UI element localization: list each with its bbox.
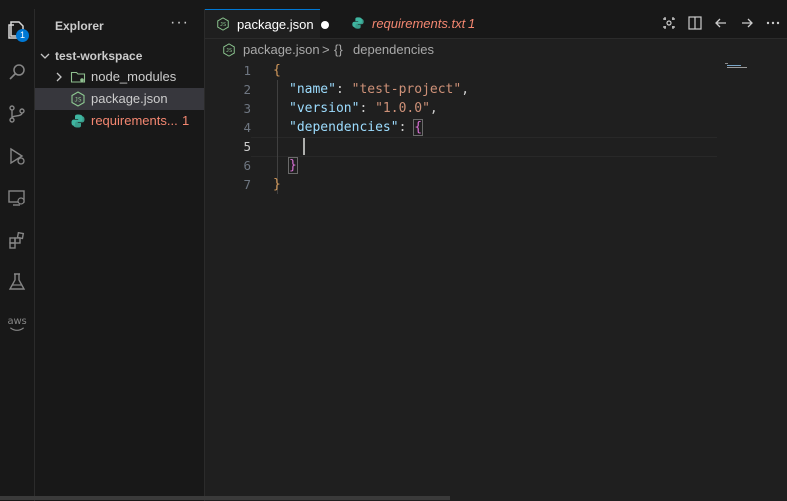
python-file-icon [352, 17, 364, 29]
breadcrumb-symbol[interactable]: dependencies [353, 39, 434, 61]
extensions-icon[interactable] [4, 227, 30, 253]
horizontal-scrollbar[interactable] [0, 496, 450, 500]
explorer-badge: 1 [16, 29, 29, 42]
line-number: 4 [243, 120, 251, 135]
aws-label: aws [7, 316, 27, 327]
breadcrumb-separator: > [322, 42, 330, 57]
run-debug-icon[interactable] [4, 143, 30, 169]
svg-text:JS: JS [220, 22, 226, 28]
code-line-3: "version": "1.0.0", [289, 101, 438, 116]
matched-brace: { [413, 119, 424, 136]
code-line-2: "name": "test-project", [289, 82, 469, 97]
json-key: "dependencies" [289, 120, 399, 135]
brace-token: } [273, 177, 281, 192]
workspace-label: test-workspace [55, 49, 143, 63]
line-number: 1 [243, 63, 251, 78]
copilot-icon[interactable] [661, 15, 677, 31]
arrow-left-icon[interactable] [713, 15, 729, 31]
testing-icon[interactable] [4, 269, 30, 295]
editor-actions [661, 15, 781, 31]
more-actions-icon[interactable]: ··· [170, 14, 189, 32]
tab-label: requirements.txt [372, 16, 466, 31]
line-number: 7 [243, 177, 251, 192]
code-editor[interactable]: 1 2 3 4 5 6 7 { "name": "test-project", … [205, 61, 787, 501]
explorer-icon[interactable]: 1 [4, 17, 30, 43]
tab-error-count: 1 [468, 16, 476, 31]
editor-tab-bar: JS package.json requirements.txt 1 [205, 9, 787, 39]
more-icon[interactable] [765, 15, 781, 31]
activity-bar: 1 aws [0, 9, 35, 501]
json-file-icon: JS [217, 17, 229, 31]
breadcrumb-file[interactable]: package.json [243, 39, 320, 61]
tree-item-label: requirements... [91, 113, 178, 128]
tree-item-label: node_modules [91, 69, 177, 84]
tab-label: package.json [237, 17, 314, 32]
json-string: "test-project" [351, 82, 462, 97]
arrow-right-icon[interactable] [739, 15, 755, 31]
svg-text:JS: JS [74, 97, 82, 104]
comma-token: , [461, 82, 470, 97]
remote-explorer-icon[interactable] [4, 185, 30, 211]
colon-token: : [359, 101, 376, 116]
minimap[interactable] [725, 63, 749, 69]
tab-package-json[interactable]: JS package.json [205, 9, 329, 38]
source-control-icon[interactable] [4, 101, 30, 127]
sidebar-title: Explorer [55, 19, 104, 33]
code-line-7: } [273, 177, 281, 192]
brace-token: { [273, 63, 281, 78]
title-strip [0, 0, 787, 9]
split-editor-icon[interactable] [687, 15, 703, 31]
line-number: 3 [243, 101, 251, 116]
colon-token: : [398, 120, 415, 135]
unsaved-dot-icon[interactable] [321, 21, 329, 29]
line-number: 6 [243, 158, 251, 173]
line-number: 5 [243, 139, 251, 154]
tree-item-package-json[interactable]: JS package.json [35, 88, 204, 110]
colon-token: : [335, 82, 352, 97]
search-icon[interactable] [4, 59, 30, 85]
svg-text:JS: JS [226, 48, 232, 54]
code-line-1: { [273, 63, 281, 78]
tree-item-label: package.json [91, 91, 168, 106]
json-string: "1.0.0" [375, 101, 430, 116]
comma-token: , [429, 101, 438, 116]
tab-requirements-txt[interactable]: requirements.txt 1 [341, 9, 491, 38]
breadcrumb: JS package.json > {} dependencies [205, 39, 787, 61]
aws-icon[interactable]: aws [4, 311, 30, 337]
current-line-highlight [251, 137, 717, 157]
code-line-6: } [288, 157, 298, 174]
python-file-icon [71, 114, 85, 128]
json-key: "version" [289, 101, 360, 116]
line-number: 2 [243, 82, 251, 97]
code-line-4: "dependencies": { [289, 119, 424, 136]
json-file-icon: JS [71, 91, 85, 107]
folder-icon [70, 71, 86, 83]
error-count-badge: 1 [182, 113, 190, 128]
matched-brace: } [288, 157, 298, 174]
tree-item-node-modules[interactable]: node_modules [35, 66, 204, 88]
json-file-icon: JS [223, 43, 235, 57]
tree-item-requirements[interactable]: requirements... 1 [35, 110, 204, 132]
symbol-icon: {} [334, 42, 343, 57]
workspace-folder[interactable]: test-workspace [35, 45, 204, 67]
text-cursor [303, 138, 305, 155]
json-key: "name" [289, 82, 336, 97]
explorer-sidebar: Explorer ··· test-workspace node_modules… [35, 9, 205, 501]
